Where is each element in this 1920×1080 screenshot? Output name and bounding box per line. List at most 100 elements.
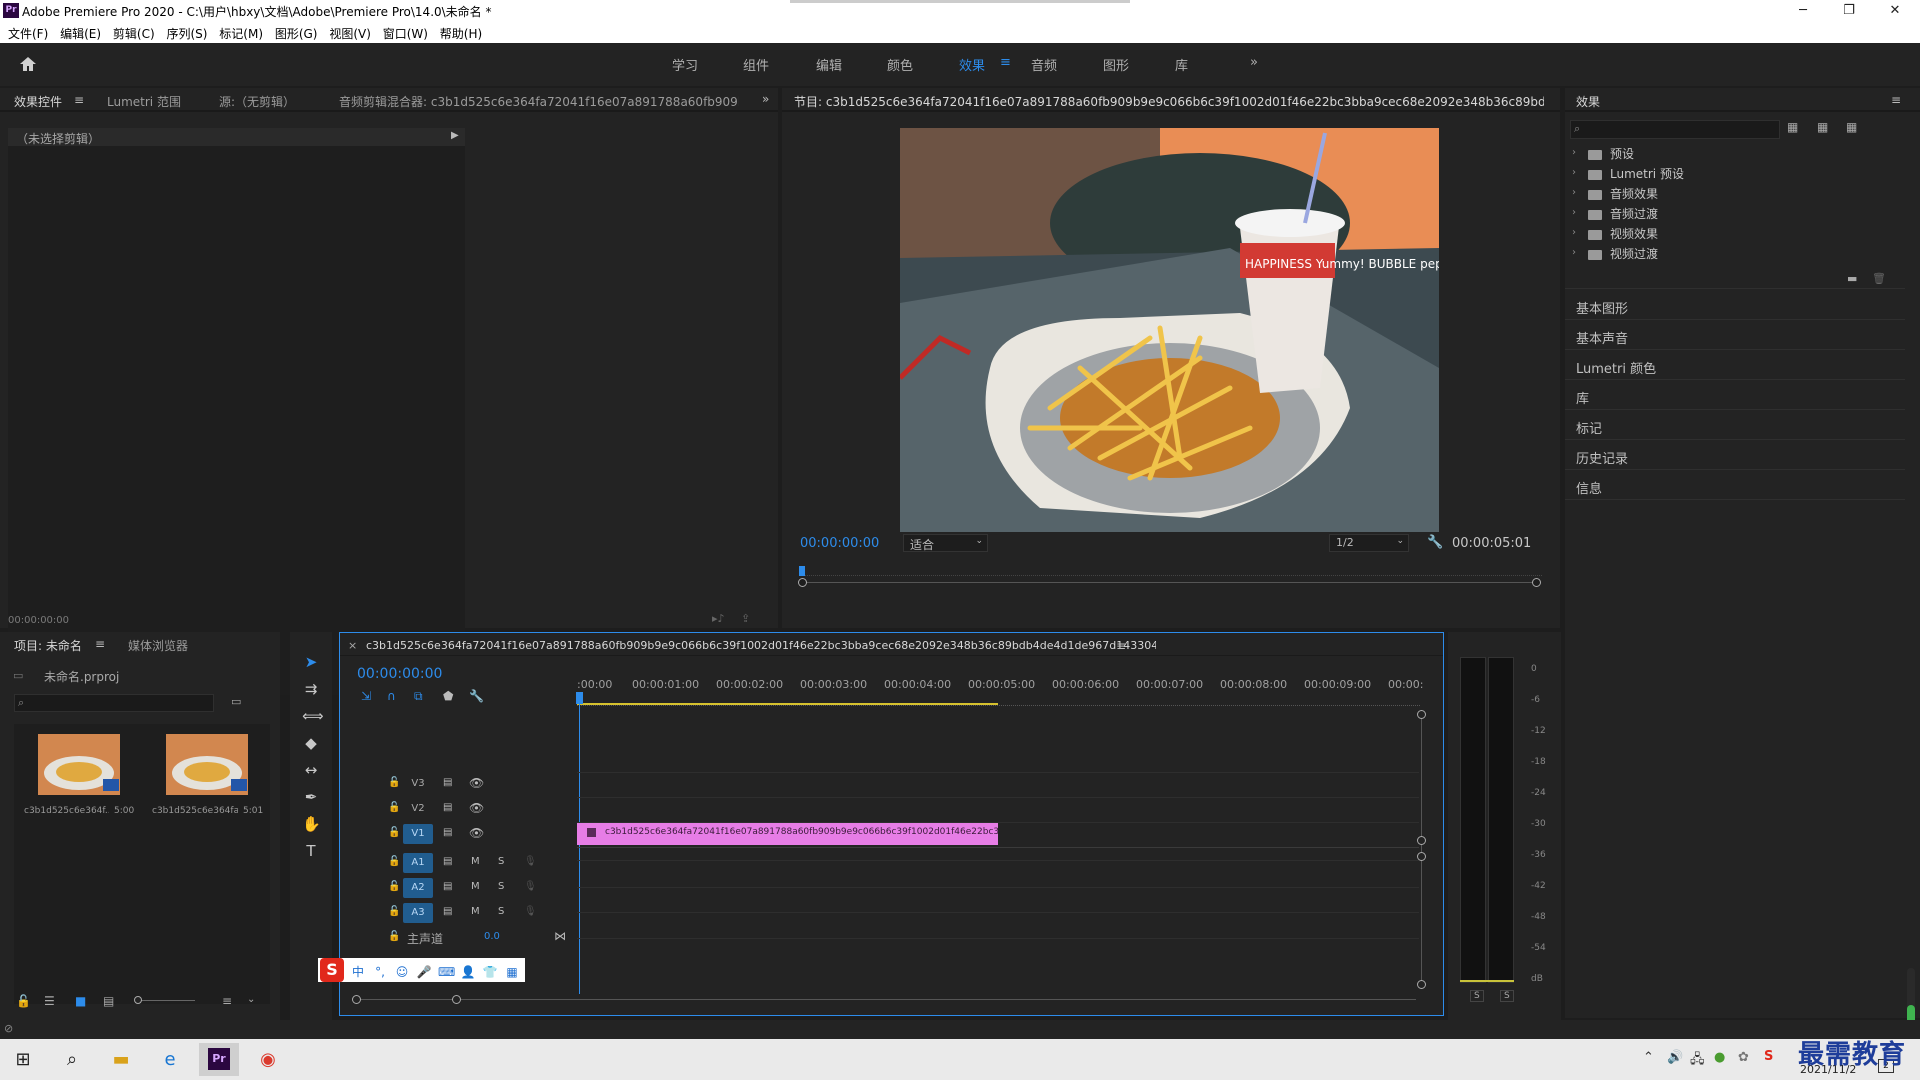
timeline-timecode[interactable]: 00:00:00:00 — [357, 666, 442, 682]
effects-search-input[interactable]: ⌕ — [1570, 120, 1780, 139]
menu-edit[interactable]: 编辑(E) — [60, 25, 101, 42]
sync-lock-icon[interactable]: ▤ — [443, 881, 452, 892]
sogou-tray-icon[interactable]: S — [1764, 1049, 1773, 1064]
icon-view-icon[interactable]: ■ — [75, 994, 86, 1008]
windows-start-icon[interactable]: ⊞ — [3, 1043, 43, 1076]
program-scrubber[interactable] — [798, 566, 1556, 590]
scroll-handle[interactable] — [1417, 980, 1426, 989]
scroll-handle[interactable] — [1417, 836, 1426, 845]
menu-graphics[interactable]: 图形(G) — [275, 25, 318, 42]
tab-effect-controls[interactable]: 效果控件 — [14, 93, 62, 110]
tab-source[interactable]: 源:（无剪辑） — [219, 93, 295, 110]
effects-item-video-effects[interactable]: 视频效果 — [1610, 225, 1658, 242]
section-libraries[interactable]: 库 — [1565, 380, 1905, 410]
track-target-a1[interactable]: A1 — [403, 853, 433, 873]
scroll-handle[interactable] — [1417, 852, 1426, 861]
linked-selection-icon[interactable]: ⧉ — [414, 689, 423, 704]
menu-clip[interactable]: 剪辑(C) — [113, 25, 155, 42]
workspace-color[interactable]: 颜色 — [887, 55, 913, 74]
tab-audio-clip-mixer[interactable]: 音频剪辑混合器: c3b1d525c6e364fa72041f16e07a891… — [339, 93, 739, 110]
menu-window[interactable]: 窗口(W) — [383, 25, 428, 42]
lock-icon[interactable]: 🔓 — [388, 856, 400, 867]
track-target-v2[interactable]: V2 — [403, 799, 433, 819]
chevron-down-icon[interactable]: ⌄ — [247, 994, 255, 1005]
export-icon[interactable]: ⇪ — [741, 612, 750, 625]
filter-icon[interactable]: ▸♪ — [712, 612, 725, 625]
selection-tool-icon[interactable]: ➤ — [302, 653, 320, 671]
track-target-a3[interactable]: A3 — [403, 903, 433, 923]
home-icon[interactable] — [18, 54, 38, 74]
trash-icon[interactable]: 🗑 — [1872, 272, 1886, 285]
wrench-icon[interactable]: 🔧 — [1427, 535, 1443, 550]
list-view-icon[interactable]: ☰ — [44, 994, 55, 1008]
project-search-input[interactable]: ⌕ — [14, 694, 214, 712]
chevron-right-icon[interactable]: › — [1572, 207, 1576, 218]
menu-help[interactable]: 帮助(H) — [440, 25, 482, 42]
effects-item-audio-effects[interactable]: 音频效果 — [1610, 185, 1658, 202]
workspace-more-icon[interactable]: » — [1250, 55, 1258, 70]
ime-voice-icon[interactable]: 🎤 — [416, 964, 432, 980]
workspace-graphics[interactable]: 图形 — [1103, 55, 1129, 74]
section-lumetri-color[interactable]: Lumetri 颜色 — [1565, 350, 1905, 380]
tray-app-icon[interactable]: ✿ — [1738, 1050, 1749, 1065]
edge-browser-icon[interactable]: e — [150, 1043, 190, 1076]
minimize-button[interactable]: ─ — [1780, 0, 1826, 22]
play-only-icon[interactable]: ▶ — [451, 130, 459, 141]
section-essential-sound[interactable]: 基本声音 — [1565, 320, 1905, 350]
solo-button[interactable]: S — [498, 881, 504, 892]
more-panels-icon[interactable]: » — [762, 92, 769, 106]
project-item[interactable]: c3b1d525c6e364f... 5:00 — [22, 730, 140, 822]
solo-button[interactable]: S — [498, 906, 504, 917]
master-volume-value[interactable]: 0.0 — [484, 931, 500, 942]
sync-lock-icon[interactable]: ▤ — [443, 856, 452, 867]
horizontal-zoom-scrollbar[interactable] — [356, 999, 1416, 1000]
ime-keyboard-icon[interactable]: ⌨ — [438, 964, 455, 980]
razor-tool-icon[interactable]: ◆ — [302, 734, 320, 752]
lock-icon[interactable]: 🔓 — [388, 802, 400, 813]
section-history[interactable]: 历史记录 — [1565, 440, 1905, 470]
mic-icon[interactable]: 🎙 — [524, 906, 537, 917]
freeform-view-icon[interactable]: ▤ — [103, 994, 114, 1008]
solo-right-button[interactable]: S — [1500, 990, 1514, 1002]
slip-tool-icon[interactable]: ↔ — [302, 761, 320, 779]
workspace-learn[interactable]: 学习 — [672, 55, 698, 74]
volume-icon[interactable]: 🔊 — [1667, 1050, 1683, 1065]
work-area-bar[interactable] — [577, 703, 998, 705]
workspace-effects[interactable]: 效果 — [959, 55, 985, 74]
solo-left-button[interactable]: S — [1470, 990, 1484, 1002]
wrench-icon[interactable]: 🔧 — [469, 689, 484, 703]
network-icon[interactable]: 🖧 — [1690, 1050, 1705, 1072]
panel-menu-icon[interactable]: ≡ — [74, 93, 84, 107]
ime-toolbox-icon[interactable]: ▦ — [504, 964, 520, 980]
effects-item-presets[interactable]: 预设 — [1610, 145, 1634, 162]
workspace-assembly[interactable]: 组件 — [743, 55, 769, 74]
effect-timecode[interactable]: 00:00:00:00 — [8, 615, 69, 626]
chevron-right-icon[interactable]: › — [1572, 187, 1576, 198]
nest-toggle-icon[interactable]: ⇲ — [361, 689, 371, 703]
ripple-edit-tool-icon[interactable]: ⟺ — [302, 707, 324, 725]
accelerated-effects-icon[interactable]: ▦ — [1787, 120, 1798, 134]
add-marker-icon[interactable]: ⬟ — [443, 689, 453, 703]
zoom-select[interactable]: 适合 ⌄ — [903, 534, 988, 552]
sync-lock-icon[interactable]: ▤ — [443, 906, 452, 917]
chevron-right-icon[interactable]: › — [1572, 167, 1576, 178]
mute-button[interactable]: M — [471, 856, 480, 867]
section-markers[interactable]: 标记 — [1565, 410, 1905, 440]
chevron-right-icon[interactable]: › — [1572, 247, 1576, 258]
panel-menu-icon[interactable]: ≡ — [1891, 93, 1901, 107]
workspace-libraries[interactable]: 库 — [1175, 55, 1188, 74]
close-button[interactable]: ✕ — [1872, 0, 1918, 22]
program-timecode[interactable]: 00:00:00:00 — [800, 536, 879, 551]
panel-menu-icon[interactable]: ≡ — [1116, 639, 1126, 653]
playhead-handle[interactable] — [576, 692, 583, 704]
close-tab-icon[interactable]: × — [348, 639, 357, 652]
ime-skin-icon[interactable]: 👕 — [482, 964, 498, 980]
hand-tool-icon[interactable]: ✋ — [302, 815, 321, 833]
effects-item-video-transitions[interactable]: 视频过渡 — [1610, 245, 1658, 262]
search-icon[interactable]: ⌕ — [52, 1043, 92, 1076]
bowtie-icon[interactable]: ⋈ — [554, 929, 566, 943]
workspace-audio[interactable]: 音频 — [1031, 55, 1057, 74]
scroll-handle[interactable] — [1417, 710, 1426, 719]
workspace-editing[interactable]: 编辑 — [816, 55, 842, 74]
type-tool-icon[interactable]: T — [302, 842, 320, 860]
